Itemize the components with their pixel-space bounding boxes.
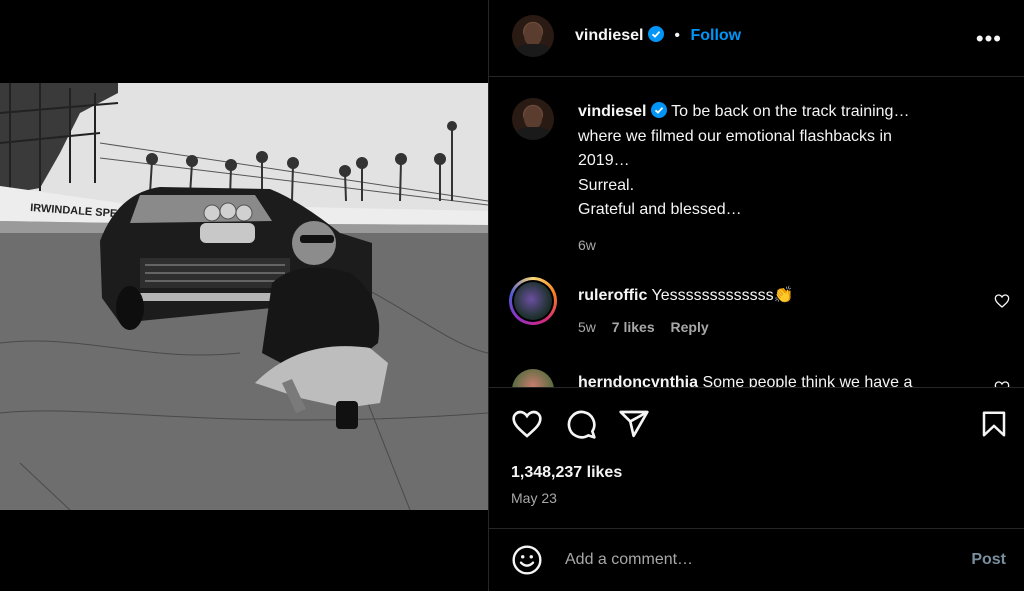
caption-line: Surreal. [578,176,635,194]
like-comment-icon[interactable] [994,293,1010,309]
comments-list[interactable]: vindiesel To be back on the track traini… [489,77,1024,387]
comment-meta: 5w 7 likes Reply [578,319,978,335]
post-comment-button[interactable]: Post [971,551,1006,569]
author-line: vindiesel • Follow [575,26,741,45]
comment-text: Some people think we have a [702,374,913,387]
post-photo[interactable]: IRWINDALE SPEEDWAY [0,83,488,510]
verified-badge-icon [647,26,664,42]
share-send-icon[interactable] [618,408,650,440]
commenter-username[interactable]: herndoncynthia [578,374,698,387]
comment-item: herndoncynthia Some people think we have… [578,371,978,387]
comment-item: ruleroffic Yesssssssssssss👏 5w 7 likes R… [578,284,978,335]
photo-illustration: IRWINDALE SPEEDWAY [0,83,488,510]
post-actions [489,387,1024,529]
caption-line: where we filmed our emotional flashbacks… [578,127,892,145]
caption-line: To be back on the track training… [671,103,910,120]
post-header: vindiesel • Follow ••• [489,0,1024,77]
comment-likes[interactable]: 7 likes [612,319,655,335]
comment-age[interactable]: 5w [578,319,596,335]
commenter-avatar[interactable] [509,277,557,325]
post-details-panel: vindiesel • Follow ••• vindiesel To be b… [488,0,1024,591]
reply-button[interactable]: Reply [671,319,709,335]
caption-avatar[interactable] [512,98,554,140]
commenter-avatar[interactable] [512,369,554,387]
comment-composer: Add a comment… Post [489,527,1024,591]
save-bookmark-icon[interactable] [979,408,1009,440]
caption: vindiesel To be back on the track traini… [578,100,1008,253]
like-heart-icon[interactable] [511,408,543,440]
post-date: May 23 [511,490,557,506]
follow-button[interactable]: Follow [690,27,741,44]
author-avatar[interactable] [512,15,554,57]
comment-input[interactable]: Add a comment… [565,551,693,569]
media-panel: IRWINDALE SPEEDWAY [0,0,488,591]
caption-line: 2019… [578,152,630,169]
comment-text: Yesssssssssssss👏 [651,287,794,304]
verified-badge-icon [650,102,667,118]
caption-username[interactable]: vindiesel [578,103,646,120]
commenter-username[interactable]: ruleroffic [578,287,647,304]
separator-dot: • [674,27,680,44]
author-username[interactable]: vindiesel [575,27,643,44]
caption-age[interactable]: 6w [578,237,1008,253]
more-options-icon[interactable]: ••• [976,26,1002,52]
caption-line: Grateful and blessed… [578,201,742,218]
like-comment-icon[interactable] [994,380,1010,387]
likes-count[interactable]: 1,348,237 likes [511,464,622,482]
comment-bubble-icon[interactable] [565,408,597,440]
emoji-icon[interactable] [511,544,543,576]
